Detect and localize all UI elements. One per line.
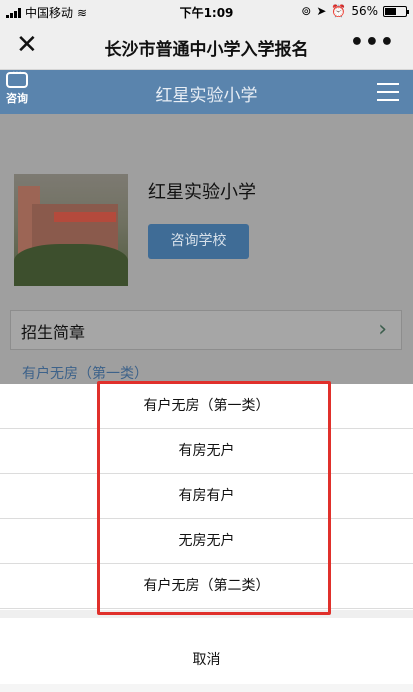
battery-percent: 56%	[351, 4, 378, 18]
close-icon[interactable]: ✕	[16, 32, 38, 58]
option-4[interactable]: 无房无户	[0, 519, 413, 564]
school-photo	[14, 174, 128, 286]
action-sheet: 有户无房（第一类） 有房无户 有房有户 无房无户 有户无房（第二类） 取消	[0, 384, 413, 692]
selected-category[interactable]: 有户无房（第一类）	[22, 363, 148, 383]
nav-title: 长沙市普通中小学入学报名	[104, 40, 309, 60]
battery-icon	[383, 5, 409, 17]
status-right: ⊚ ➤ ⏰ 56%	[301, 4, 409, 18]
consult-school-button[interactable]: 咨询学校	[148, 224, 249, 259]
option-1[interactable]: 有户无房（第一类）	[0, 384, 413, 429]
header-title: 红星实验小学	[155, 86, 258, 106]
option-2[interactable]: 有房无户	[0, 429, 413, 474]
sheet-divider	[0, 610, 413, 618]
page-header: 咨询 红星实验小学	[0, 68, 413, 114]
nav-bar: ✕ 长沙市普通中小学入学报名 •••	[0, 22, 413, 70]
section-title: 招生简章	[21, 323, 86, 342]
option-5[interactable]: 有户无房（第二类）	[0, 564, 413, 609]
rotation-lock-icon: ⊚	[301, 4, 312, 18]
school-name: 红星实验小学	[148, 182, 256, 203]
hamburger-menu-icon[interactable]	[377, 83, 399, 101]
admission-guide-row[interactable]: 招生简章 ›	[10, 310, 402, 350]
home-bar	[0, 684, 413, 692]
location-icon: ➤	[316, 4, 327, 18]
option-3[interactable]: 有房有户	[0, 474, 413, 519]
chevron-right-icon: ›	[378, 317, 387, 342]
more-dots-icon[interactable]: •••	[350, 30, 395, 55]
status-bar: 中国移动 ≋ 下午1:09 ⊚ ➤ ⏰ 56%	[0, 0, 413, 22]
cancel-button[interactable]: 取消	[0, 640, 413, 680]
alarm-icon: ⏰	[331, 4, 347, 18]
